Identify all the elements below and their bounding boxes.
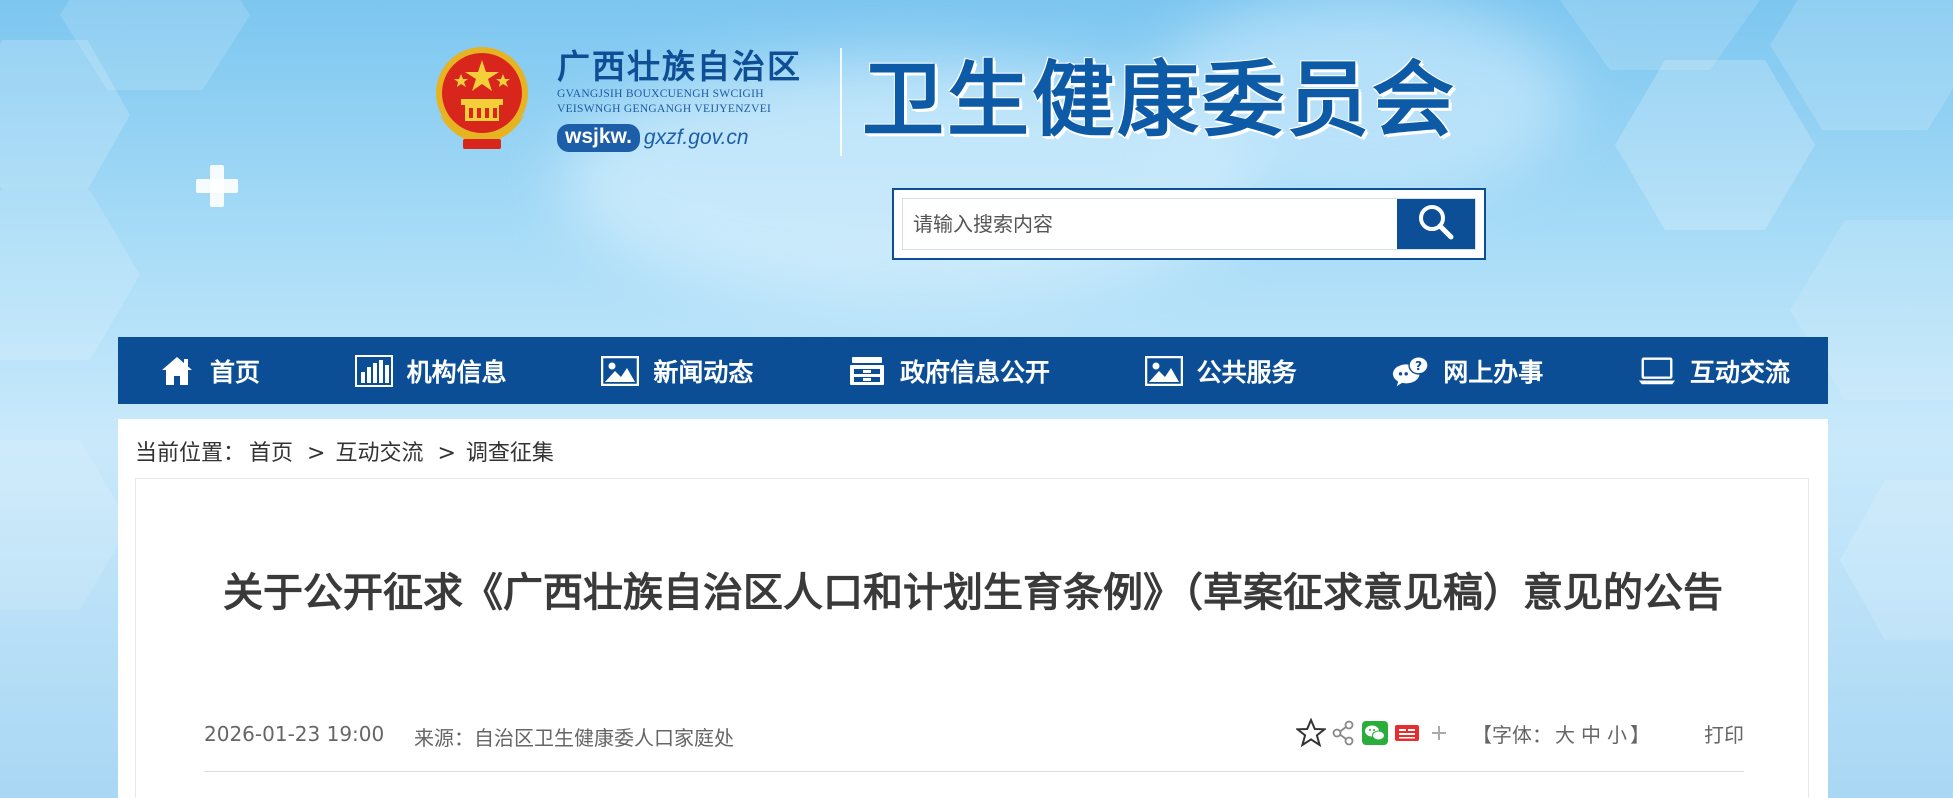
org-name-block: 广西壮族自治区 GVANGJSIH BOUXCUENGH SWCIGIH VEI… — [557, 48, 827, 152]
article-tools: 【字体：大中小】 打印 — [1296, 718, 1744, 748]
nav-item-label: 公共服务 — [1196, 357, 1297, 387]
bar-chart-icon — [354, 354, 393, 388]
breadcrumb-item-interaction[interactable]: 互动交流 — [335, 441, 423, 466]
site-domain: wsjkw. gxzf.gov.cn — [557, 124, 827, 152]
search-button[interactable] — [1397, 199, 1475, 249]
breadcrumb-separator: > — [437, 441, 456, 466]
nav-item-org-info[interactable]: 机构信息 — [354, 353, 507, 389]
font-size-large[interactable]: 大 — [1555, 723, 1575, 747]
national-emblem-icon — [433, 44, 531, 150]
home-icon — [158, 354, 196, 388]
share-icon[interactable] — [1328, 718, 1358, 748]
meta-divider — [204, 771, 1744, 772]
breadcrumb-separator: > — [307, 441, 326, 466]
header-divider — [840, 48, 842, 156]
font-size-medium[interactable]: 中 — [1581, 723, 1601, 747]
article-meta: 2026-01-23 19:00 来源：自治区卫生健康委人口家庭处 【字体： 大… — [204, 718, 1744, 752]
search-bar — [892, 188, 1486, 260]
svg-text:?: ? — [1415, 359, 1422, 373]
article: 关于公开征求《广西壮族自治区人口和计划生育条例》（草案征求意见稿）意见的公告 2… — [135, 478, 1809, 798]
chat-help-icon: ? — [1391, 354, 1430, 388]
star-icon[interactable] — [1296, 718, 1326, 748]
main-nav: 首页 机构信息 新闻动态 政府信息公开 公共服务 ? 网上办事 互动交流 — [118, 337, 1828, 404]
breadcrumb-item-home[interactable]: 首页 — [249, 441, 293, 466]
breadcrumb: 当前位置： 首页 > 互动交流 > 调查征集 — [135, 435, 558, 467]
wechat-icon[interactable] — [1360, 718, 1390, 748]
article-title: 关于公开征求《广西壮族自治区人口和计划生育条例》（草案征求意见稿）意见的公告 — [223, 570, 1723, 616]
plus-icon[interactable] — [1424, 718, 1454, 748]
nav-item-label: 机构信息 — [406, 357, 507, 387]
search-inner — [902, 198, 1476, 250]
article-source: 来源：自治区卫生健康委人口家庭处 — [414, 722, 734, 751]
org-name-latin-line-2: VEISWNGH GENGANGH VEIJYENZVEI — [557, 103, 772, 115]
search-input[interactable] — [903, 199, 1397, 249]
publish-date: 2026-01-23 19:00 — [204, 722, 385, 746]
font-size-label: 【字体： — [1472, 722, 1552, 747]
nav-item-label: 政府信息公开 — [899, 357, 1050, 387]
domain-badge: wsjkw. — [557, 124, 640, 152]
nav-item-public-service[interactable]: 公共服务 — [1144, 353, 1297, 389]
source-value: 自治区卫生健康委人口家庭处 — [474, 726, 734, 750]
site-header: 广西壮族自治区 GVANGJSIH BOUXCUENGH SWCIGIH VEI… — [0, 0, 1953, 337]
nav-item-interaction[interactable]: 互动交流 — [1638, 353, 1790, 389]
nav-item-label: 互动交流 — [1689, 357, 1790, 387]
breadcrumb-item-survey[interactable]: 调查征集 — [466, 441, 554, 466]
laptop-icon — [1638, 354, 1676, 388]
image-icon — [1144, 354, 1183, 388]
nav-item-label: 新闻动态 — [653, 357, 754, 387]
nav-item-gov-disclosure[interactable]: 政府信息公开 — [848, 353, 1050, 389]
toutiao-icon[interactable] — [1392, 718, 1422, 748]
breadcrumb-prefix: 当前位置： — [135, 441, 246, 466]
nav-item-news[interactable]: 新闻动态 — [601, 353, 753, 389]
source-label: 来源： — [414, 726, 474, 750]
nav-item-label: 网上办事 — [1443, 357, 1544, 387]
font-size-control: 【字体：大中小】 — [1472, 719, 1650, 748]
print-link[interactable]: 打印 — [1704, 719, 1744, 748]
image-icon — [601, 354, 640, 388]
domain-suffix: gxzf.gov.cn — [643, 126, 749, 149]
font-size-label-close: 】 — [1630, 722, 1650, 747]
search-icon — [1416, 202, 1456, 246]
nav-item-home[interactable]: 首页 — [158, 353, 260, 389]
medical-cross-icon — [196, 165, 238, 207]
org-name-chinese: 广西壮族自治区 — [557, 47, 802, 86]
cabinet-icon — [848, 354, 886, 388]
font-size-small[interactable]: 小 — [1607, 723, 1627, 747]
org-name-latin-line-1: GVANGJSIH BOUXCUENGH SWCIGIH — [557, 88, 764, 100]
nav-item-label: 首页 — [210, 357, 261, 387]
nav-item-online-services[interactable]: ? 网上办事 — [1391, 353, 1543, 389]
site-title: 卫生健康委员会 — [862, 52, 1458, 148]
